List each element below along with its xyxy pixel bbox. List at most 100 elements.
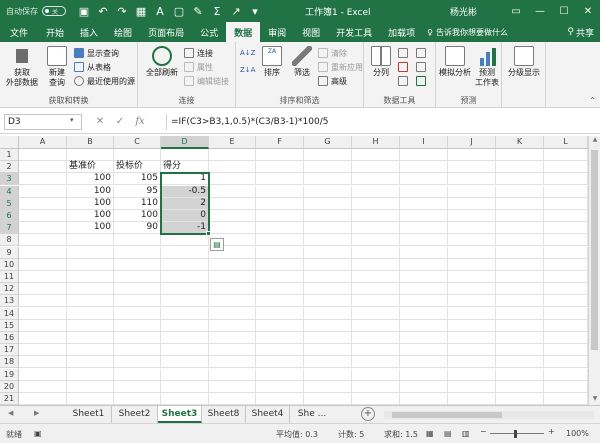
cell-a9[interactable] — [19, 246, 67, 259]
cell-f12[interactable] — [256, 283, 304, 296]
tab-developer[interactable]: 开发工具 — [328, 22, 380, 42]
cell-b21[interactable] — [67, 393, 114, 405]
row-header-8[interactable]: 8 — [0, 234, 19, 247]
cell-b2[interactable]: 基准价 — [67, 161, 114, 174]
cell-k5[interactable] — [496, 197, 544, 210]
scroll-up-icon[interactable]: ▲ — [589, 136, 600, 146]
normal-view-icon[interactable]: ▦ — [426, 429, 434, 438]
cell-f14[interactable] — [256, 307, 304, 320]
cell-b5[interactable]: 100 — [67, 197, 114, 210]
underline-icon[interactable]: A — [152, 3, 168, 19]
cell-i6[interactable] — [400, 210, 448, 222]
cell-f1[interactable] — [256, 149, 304, 161]
cell-l11[interactable] — [544, 271, 588, 283]
cell-l9[interactable] — [544, 246, 588, 259]
cell-b1[interactable] — [67, 149, 114, 161]
cell-b15[interactable] — [67, 319, 114, 332]
cell-h18[interactable] — [352, 356, 400, 369]
cell-b6[interactable]: 100 — [67, 210, 114, 222]
cell-g15[interactable] — [304, 319, 352, 332]
cell-i11[interactable] — [400, 271, 448, 283]
cell-l2[interactable] — [544, 161, 588, 174]
column-header-e[interactable]: E — [209, 136, 256, 149]
cell-l14[interactable] — [544, 307, 588, 320]
cell-i21[interactable] — [400, 393, 448, 405]
cell-h3[interactable] — [352, 173, 400, 186]
cell-j17[interactable] — [448, 344, 496, 357]
sum-icon[interactable]: Σ — [209, 3, 225, 19]
page-break-view-icon[interactable]: ▥ — [462, 429, 470, 438]
cell-e1[interactable] — [209, 149, 256, 161]
recent-sources-button[interactable]: 最近使用的源 — [74, 75, 135, 87]
tab-view[interactable]: 视图 — [294, 22, 328, 42]
cell-g7[interactable] — [304, 222, 352, 235]
cell-a5[interactable] — [19, 197, 67, 210]
cell-d4[interactable]: -0.5 — [161, 185, 209, 198]
cell-f10[interactable] — [256, 258, 304, 271]
tab-review[interactable]: 审阅 — [260, 22, 294, 42]
column-header-c[interactable]: C — [114, 136, 161, 149]
cell-g14[interactable] — [304, 307, 352, 320]
cell-c4[interactable]: 95 — [114, 185, 161, 198]
column-header-k[interactable]: K — [496, 136, 544, 149]
cell-i15[interactable] — [400, 319, 448, 332]
refresh-all-button[interactable]: 全部刷新 — [144, 46, 180, 78]
cell-e16[interactable] — [209, 332, 256, 344]
clear-button[interactable]: 清除 — [318, 47, 347, 59]
sheet-tab-3[interactable]: Sheet3 — [158, 406, 202, 423]
cell-l21[interactable] — [544, 393, 588, 405]
cell-j1[interactable] — [448, 149, 496, 161]
cell-b10[interactable] — [67, 258, 114, 271]
row-header-1[interactable]: 1 — [0, 149, 19, 161]
paint-icon[interactable]: ✎ — [190, 3, 206, 19]
row-header-11[interactable]: 11 — [0, 271, 19, 283]
cell-g17[interactable] — [304, 344, 352, 357]
cell-h6[interactable] — [352, 210, 400, 222]
cell-e4[interactable] — [209, 185, 256, 198]
cell-l6[interactable] — [544, 210, 588, 222]
data-model-button[interactable] — [416, 75, 429, 87]
cell-g20[interactable] — [304, 380, 352, 393]
column-header-g[interactable]: G — [304, 136, 352, 149]
table-icon[interactable]: ▦ — [133, 3, 149, 19]
cell-j14[interactable] — [448, 307, 496, 320]
cell-g6[interactable] — [304, 210, 352, 222]
cell-i17[interactable] — [400, 344, 448, 357]
autosave[interactable]: 自动保存 关 — [6, 6, 66, 17]
cell-h13[interactable] — [352, 295, 400, 308]
cell-b18[interactable] — [67, 356, 114, 369]
tell-me-box[interactable]: ♀ 告诉我你想要做什么 — [427, 22, 508, 42]
cell-f21[interactable] — [256, 393, 304, 405]
cell-j11[interactable] — [448, 271, 496, 283]
cell-e21[interactable] — [209, 393, 256, 405]
cell-b19[interactable] — [67, 368, 114, 381]
share-button[interactable]: ⚲ 共享 — [567, 22, 594, 42]
cell-d21[interactable] — [161, 393, 209, 405]
cell-d3[interactable]: 1 — [161, 173, 209, 186]
cell-l13[interactable] — [544, 295, 588, 308]
vertical-scroll-thumb[interactable] — [591, 150, 598, 350]
cell-h9[interactable] — [352, 246, 400, 259]
cell-k3[interactable] — [496, 173, 544, 186]
edit-links-button[interactable]: 编辑链接 — [184, 75, 229, 87]
customize-icon[interactable]: ▾ — [247, 3, 263, 19]
page-layout-view-icon[interactable]: ▤ — [444, 429, 452, 438]
cell-l10[interactable] — [544, 258, 588, 271]
cell-a11[interactable] — [19, 271, 67, 283]
data-validation-button[interactable] — [398, 75, 411, 87]
cell-k18[interactable] — [496, 356, 544, 369]
cell-j4[interactable] — [448, 185, 496, 198]
new-query-button[interactable]: 新建 查询 — [44, 46, 70, 88]
cell-e2[interactable] — [209, 161, 256, 174]
flash-fill-button[interactable] — [398, 47, 411, 59]
cell-c5[interactable]: 110 — [114, 197, 161, 210]
cell-e18[interactable] — [209, 356, 256, 369]
cell-a13[interactable] — [19, 295, 67, 308]
cell-i14[interactable] — [400, 307, 448, 320]
row-header-5[interactable]: 5 — [0, 197, 19, 210]
cell-b20[interactable] — [67, 380, 114, 393]
cell-a21[interactable] — [19, 393, 67, 405]
cell-c18[interactable] — [114, 356, 161, 369]
cell-f18[interactable] — [256, 356, 304, 369]
row-header-19[interactable]: 19 — [0, 368, 19, 381]
